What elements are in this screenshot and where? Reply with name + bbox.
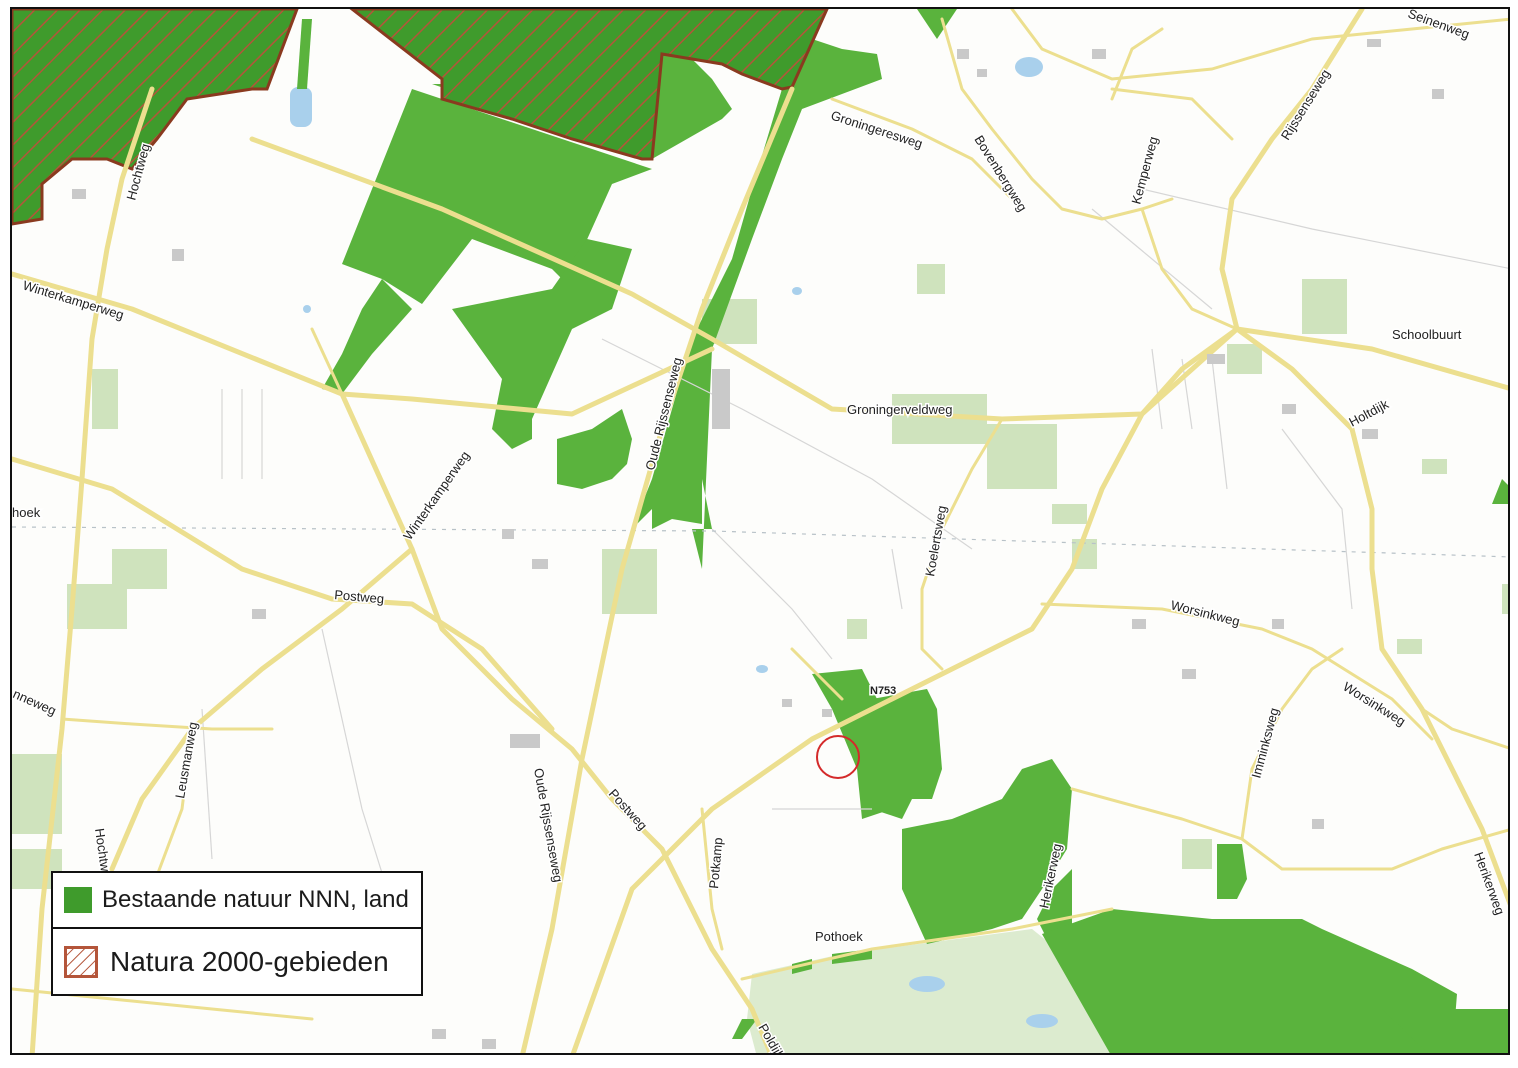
label-winterkamperweg: Winterkamperweg (400, 448, 472, 542)
label-n753: N753 (870, 685, 896, 697)
label-oude-rijssenseweg: Oude Rijssenseweg (531, 767, 566, 883)
label-koelertsweg: Koelertsweg (922, 504, 949, 577)
power-line (12, 526, 1508, 558)
label-imminksweg: Imminksweg (1248, 706, 1281, 780)
label-kemperweg: Kemperweg (1128, 135, 1160, 206)
legend-label-natura: Natura 2000-gebieden (110, 945, 389, 977)
nnn-nature-areas (297, 9, 1508, 1053)
label-bovenbergweg: Bovenbergweg (971, 133, 1030, 215)
map-legend: Bestaande natuur NNN, land Natura 2000-g… (51, 871, 423, 996)
legend-item-natura: Natura 2000-gebieden (53, 929, 421, 994)
nnn-swatch-icon (64, 887, 92, 913)
legend-item-nnn: Bestaande natuur NNN, land (53, 873, 421, 929)
label-postweg: Postweg (334, 587, 385, 606)
label-postweg: Postweg (606, 786, 651, 833)
label-rijssenseweg: Rijssenseweg (1278, 67, 1333, 143)
legend-label-nnn: Bestaande natuur NNN, land (102, 886, 409, 913)
label-schoolbuurt: Schoolbuurt (1392, 327, 1462, 342)
label-pothoek: Pothoek (815, 929, 863, 944)
label-worsinkweg: Worsinkweg (1169, 597, 1241, 629)
label-leusmanweg: Leusmanweg (172, 721, 200, 800)
natura-hatch-swatch-icon (64, 945, 98, 978)
label-groningerveldweg: Groningerveldweg (847, 402, 953, 417)
label-nneweg: nneweg (12, 686, 58, 718)
label-hoek: hoek (12, 505, 41, 520)
label-potkamp: Potkamp (706, 837, 725, 889)
label-seinenweg: Seinenweg (1406, 9, 1472, 42)
label-holtdijk: Holtdijk (1346, 396, 1391, 429)
